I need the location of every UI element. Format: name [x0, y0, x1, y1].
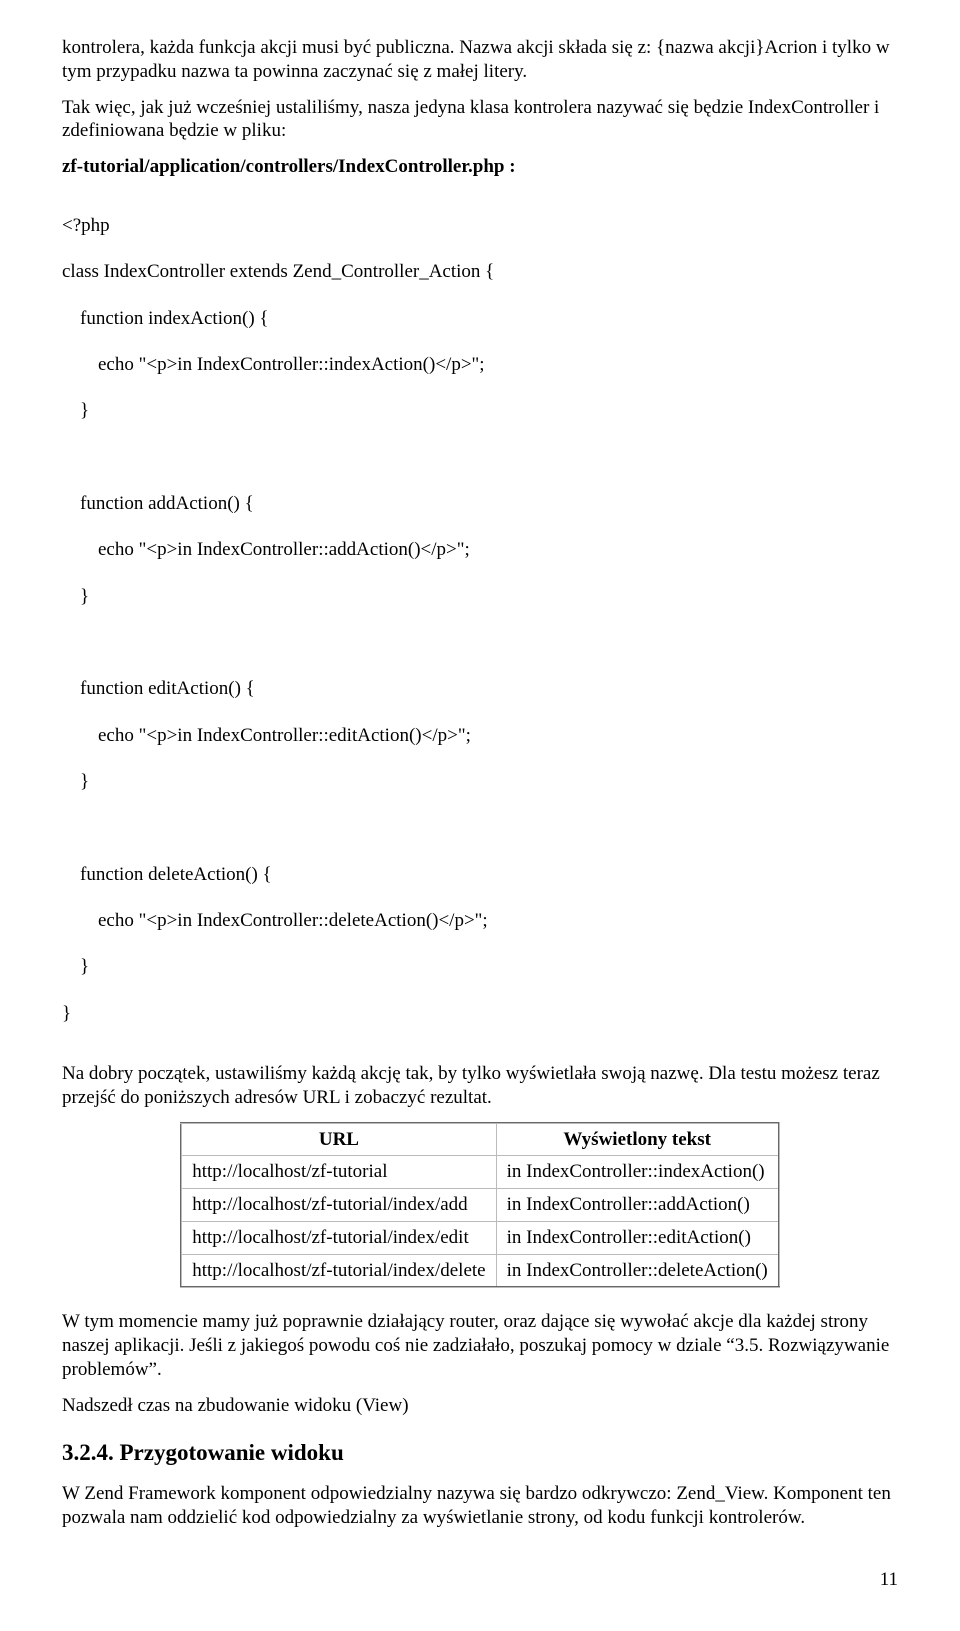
table-header-url: URL — [181, 1123, 496, 1156]
table-cell-result: in IndexController::addAction() — [496, 1189, 779, 1222]
code-block: <?php class IndexController extends Zend… — [62, 191, 898, 1048]
table-row: http://localhost/zf-tutorial/index/add i… — [181, 1189, 779, 1222]
code-line: function addAction() { — [62, 492, 898, 515]
table-header-result: Wyświetlony tekst — [496, 1123, 779, 1156]
code-line: } — [62, 399, 898, 422]
table-row: http://localhost/zf-tutorial/index/delet… — [181, 1254, 779, 1287]
paragraph-view-intro: Nadszedł czas na zbudowanie widoku (View… — [62, 1394, 898, 1418]
code-line: } — [62, 770, 898, 793]
code-line: echo "<p>in IndexController::editAction(… — [62, 724, 898, 747]
code-line: } — [62, 955, 898, 978]
table-cell-result: in IndexController::indexAction() — [496, 1156, 779, 1189]
table-cell-url: http://localhost/zf-tutorial/index/edit — [181, 1221, 496, 1254]
code-line: echo "<p>in IndexController::addAction()… — [62, 538, 898, 561]
code-line: <?php — [62, 214, 898, 237]
code-line: class IndexController extends Zend_Contr… — [62, 260, 898, 283]
paragraph-router: W tym momencie mamy już poprawnie działa… — [62, 1310, 898, 1381]
file-path-label: zf-tutorial/application/controllers/Inde… — [62, 155, 898, 179]
table-cell-url: http://localhost/zf-tutorial/index/delet… — [181, 1254, 496, 1287]
paragraph-after-code: Na dobry początek, ustawiliśmy każdą akc… — [62, 1062, 898, 1110]
table-cell-result: in IndexController::editAction() — [496, 1221, 779, 1254]
code-line: function deleteAction() { — [62, 863, 898, 886]
code-line: echo "<p>in IndexController::indexAction… — [62, 353, 898, 376]
paragraph-intro-1: kontrolera, każda funkcja akcji musi być… — [62, 36, 898, 84]
code-line: function editAction() { — [62, 677, 898, 700]
url-result-table: URL Wyświetlony tekst http://localhost/z… — [180, 1122, 780, 1289]
table-row: http://localhost/zf-tutorial in IndexCon… — [181, 1156, 779, 1189]
table-cell-url: http://localhost/zf-tutorial/index/add — [181, 1189, 496, 1222]
page-number: 11 — [62, 1568, 898, 1592]
table-cell-result: in IndexController::deleteAction() — [496, 1254, 779, 1287]
section-heading: 3.2.4. Przygotowanie widoku — [62, 1439, 898, 1468]
code-line: } — [62, 1002, 898, 1025]
table-row: http://localhost/zf-tutorial/index/edit … — [181, 1221, 779, 1254]
paragraph-zend-view: W Zend Framework komponent odpowiedzialn… — [62, 1482, 898, 1530]
code-line: function indexAction() { — [62, 307, 898, 330]
paragraph-intro-2: Tak więc, jak już wcześniej ustaliliśmy,… — [62, 96, 898, 144]
code-line: } — [62, 585, 898, 608]
code-line: echo "<p>in IndexController::deleteActio… — [62, 909, 898, 932]
table-cell-url: http://localhost/zf-tutorial — [181, 1156, 496, 1189]
